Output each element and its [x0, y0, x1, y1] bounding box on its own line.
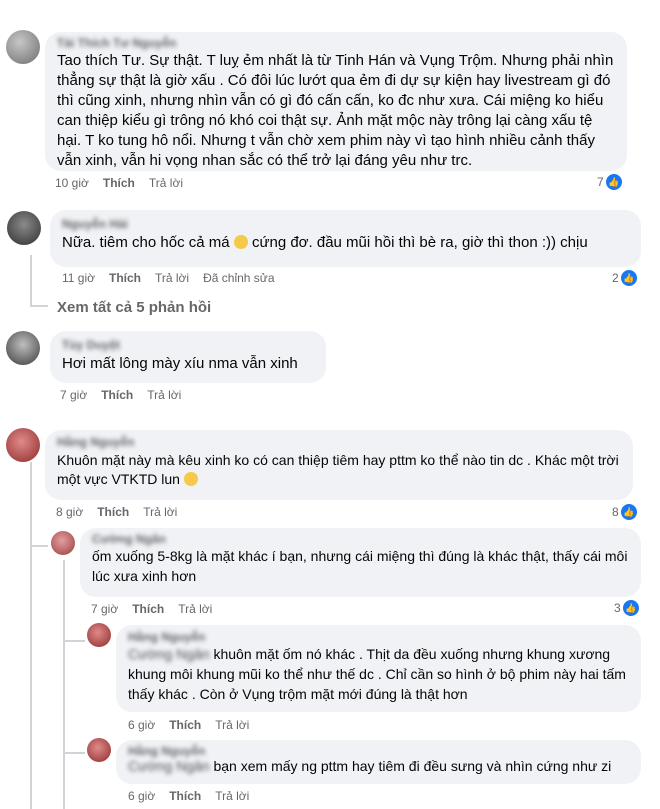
like-button[interactable]: Thích [169, 718, 201, 732]
comment-time[interactable]: 6 giờ [128, 789, 155, 803]
comment-actions: 6 giờ Thích Trả lời [128, 718, 263, 732]
comment-author[interactable]: Cường Ngân [92, 532, 629, 546]
mention-tag[interactable]: Cường Ngân [128, 646, 210, 662]
reply-button[interactable]: Trả lời [155, 271, 189, 285]
avatar[interactable] [6, 428, 40, 462]
thread-line [30, 305, 48, 307]
comment-bubble: Hằng Nguyễn Khuôn mặt này mà kêu xinh ko… [45, 430, 633, 500]
comment-author[interactable]: Nguyễn Hải [62, 217, 629, 231]
avatar[interactable] [7, 211, 41, 245]
like-reaction-icon: 👍 [620, 504, 637, 520]
reaction-count[interactable]: 2 👍 [612, 270, 637, 286]
like-reaction-icon: 👍 [620, 270, 637, 286]
comment-actions: 7 giờ Thích Trả lời [60, 388, 195, 402]
comment-bubble: Tùy Duyệt Hơi mất lông mày xíu nma vẫn x… [50, 331, 326, 383]
reaction-count[interactable]: 8 👍 [612, 504, 637, 520]
comment-actions: 8 giờ Thích Trả lời [56, 505, 191, 519]
comment-bubble: Tài Thích Tư Nguyễn Tao thích Tư. Sự thậ… [45, 32, 627, 171]
comment-author[interactable]: Hằng Nguyễn [128, 630, 629, 644]
reaction-count[interactable]: 7 👍 [597, 174, 622, 190]
comment-text: Tao thích Tư. Sự thật. T luỵ ẻm nhất là … [57, 52, 614, 169]
comment-text: Cường Ngân bạn xem mấy ng pttm hay tiêm … [128, 756, 629, 776]
like-button[interactable]: Thích [103, 176, 135, 190]
like-button[interactable]: Thích [97, 505, 129, 519]
comment-actions: 6 giờ Thích Trả lời [128, 789, 263, 803]
like-button[interactable]: Thích [169, 789, 201, 803]
comment-body: bạn xem mấy ng pttm hay tiêm đi đều sưng… [213, 758, 612, 774]
like-button[interactable]: Thích [132, 602, 164, 616]
thread-line [63, 560, 65, 809]
thread-line [30, 462, 32, 809]
comment-author[interactable]: Hằng Nguyễn [57, 435, 621, 449]
comment-bubble: Nguyễn Hải Nữa. tiêm cho hốc cả má cứng … [50, 210, 641, 267]
mention-tag[interactable]: Cường Ngân [128, 758, 210, 774]
reply-button[interactable]: Trả lời [143, 505, 177, 519]
thread-line [63, 752, 85, 754]
reply-button[interactable]: Trả lời [147, 388, 181, 402]
comment-actions: 7 giờ Thích Trả lời [91, 602, 226, 616]
reaction-number: 8 [612, 505, 619, 519]
comment-text: Cường Ngân khuôn mặt ốm nó khác . Thịt d… [128, 644, 629, 704]
comment-time[interactable]: 11 giờ [62, 271, 95, 285]
reply-button[interactable]: Trả lời [178, 602, 212, 616]
comment-time[interactable]: 6 giờ [128, 718, 155, 732]
reply-button[interactable]: Trả lời [215, 789, 249, 803]
like-reaction-icon: 👍 [605, 174, 622, 190]
avatar[interactable] [6, 30, 40, 64]
comment-time[interactable]: 10 giờ [55, 176, 89, 190]
comment-text: Khuôn mặt này mà kêu xinh ko có can thiệ… [57, 452, 619, 487]
reaction-count[interactable]: 3 👍 [614, 600, 639, 616]
like-reaction-icon: 👍 [622, 600, 639, 616]
avatar[interactable] [51, 531, 75, 555]
comment-text: Nữa. tiêm cho hốc cả má cứng đơ. đầu mũi… [62, 234, 588, 251]
comment-bubble: Hằng Nguyễn Cường Ngân bạn xem mấy ng pt… [116, 740, 641, 784]
avatar[interactable] [87, 738, 111, 762]
reply-button[interactable]: Trả lời [149, 176, 183, 190]
like-button[interactable]: Thích [109, 271, 141, 285]
comment-actions: 11 giờ Thích Trả lời Đã chỉnh sửa [62, 271, 289, 285]
avatar[interactable] [6, 331, 40, 365]
comment-author[interactable]: Hằng Nguyễn [128, 744, 629, 758]
reaction-number: 3 [614, 601, 621, 615]
thread-line [30, 255, 32, 305]
comment-author[interactable]: Tùy Duyệt [62, 338, 314, 352]
reaction-number: 2 [612, 271, 619, 285]
like-button[interactable]: Thích [101, 388, 133, 402]
comment-time[interactable]: 8 giờ [56, 505, 83, 519]
comment-time[interactable]: 7 giờ [91, 602, 118, 616]
comment-text: ốm xuống 5-8kg là mặt khác í bạn, nhưng … [92, 548, 628, 584]
comment-time[interactable]: 7 giờ [60, 388, 87, 402]
reply-button[interactable]: Trả lời [215, 718, 249, 732]
comment-text: Hơi mất lông mày xíu nma vẫn xinh [62, 355, 298, 372]
thread-line [63, 640, 85, 642]
comment-bubble: Cường Ngân ốm xuống 5-8kg là mặt khác í … [80, 528, 641, 597]
view-more-replies-link[interactable]: Xem tất cả 5 phản hồi [57, 299, 211, 316]
thread-line [30, 545, 48, 547]
comment-actions: 10 giờ Thích Trả lời [55, 176, 197, 190]
comment-author[interactable]: Tài Thích Tư Nguyễn [57, 36, 615, 50]
avatar[interactable] [87, 623, 111, 647]
reaction-number: 7 [597, 175, 604, 189]
comment-bubble: Hằng Nguyễn Cường Ngân khuôn mặt ốm nó k… [116, 625, 641, 712]
edited-label[interactable]: Đã chỉnh sửa [203, 271, 274, 285]
emoji-icon [233, 235, 248, 249]
emoji-icon [183, 472, 198, 486]
